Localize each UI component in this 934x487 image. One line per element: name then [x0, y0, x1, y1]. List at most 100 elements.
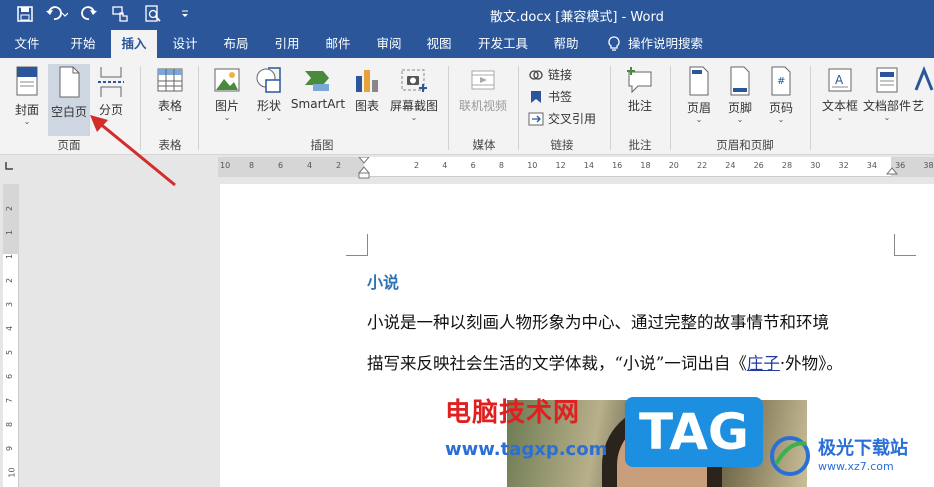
ruler-number: 18 — [640, 161, 651, 170]
watermark-url: www.tagxp.com — [445, 439, 608, 460]
ruler-number: 28 — [781, 161, 793, 170]
ruler-number: 2 — [414, 161, 420, 170]
ruler-number: 4 — [307, 161, 313, 170]
crop-mark — [894, 234, 916, 256]
document-title: 散文.docx [兼容模式] - Word — [490, 10, 664, 25]
ruler-number: 10 — [527, 161, 538, 170]
ruler-number: 8 — [498, 161, 504, 170]
cross-reference-label: 交叉引用 — [548, 112, 597, 126]
ruler-number: 16 — [612, 161, 623, 170]
header-button[interactable]: 页眉 ⌄ — [680, 66, 718, 132]
tab-layout[interactable]: 布局 — [215, 30, 257, 58]
table-icon — [157, 68, 183, 92]
watermark-text: 电脑技术网 — [445, 398, 581, 428]
text-box-icon: A — [828, 68, 852, 92]
comment-icon — [627, 67, 652, 94]
separator — [518, 66, 519, 150]
tab-design[interactable]: 设计 — [164, 30, 206, 58]
footer-button[interactable]: 页脚 ⌄ — [721, 66, 759, 132]
tab-review[interactable]: 审阅 — [368, 30, 410, 58]
indent-marker[interactable] — [358, 157, 370, 179]
comment-label: 批注 — [627, 99, 652, 113]
redo-icon[interactable] — [78, 3, 100, 25]
tab-insert[interactable]: 插入 — [111, 30, 157, 58]
bookmark-button[interactable]: 书签 — [528, 88, 572, 105]
footer-icon — [730, 66, 750, 96]
cover-page-button[interactable]: 封面 ⌄ — [8, 66, 46, 132]
ruler-number: 24 — [725, 161, 736, 170]
cover-page-icon — [16, 66, 38, 96]
shapes-label: 形状 — [256, 99, 281, 113]
smartart-button[interactable]: SmartArt — [290, 66, 346, 132]
link-button[interactable]: 链接 — [528, 66, 572, 83]
ruler-number: 20 — [668, 161, 679, 170]
tab-selector[interactable] — [3, 160, 17, 174]
ruler-number: 5 — [5, 349, 15, 356]
undo-icon[interactable] — [46, 3, 68, 25]
text-box-button[interactable]: A 文本框 ⌄ — [818, 66, 862, 132]
annotation-arrow — [90, 115, 176, 187]
tell-me-search[interactable]: 操作说明搜索 — [628, 30, 712, 58]
ruler-number: 3 — [5, 301, 15, 308]
group-header-footer: 页眉和页脚 — [716, 138, 774, 152]
ruler-number: 4 — [442, 161, 448, 170]
ruler-number: 12 — [555, 161, 566, 170]
tab-home[interactable]: 开始 — [60, 30, 106, 58]
tab-file[interactable]: 文件 — [6, 30, 48, 58]
touch-mode-icon[interactable] — [110, 3, 132, 25]
separator — [198, 66, 199, 150]
ruler-number: 2 — [5, 205, 15, 212]
vertical-ruler[interactable]: 2 1 1 2 3 4 5 6 7 8 9 10 — [3, 184, 19, 487]
shapes-button[interactable]: 形状 ⌄ — [250, 66, 288, 132]
text-box-label: 文本框 — [821, 99, 858, 113]
bookmark-icon — [531, 90, 541, 103]
hyperlink[interactable]: 庄子 — [747, 354, 780, 373]
header-icon — [689, 66, 709, 96]
separator — [448, 66, 449, 150]
tab-help[interactable]: 帮助 — [545, 30, 587, 58]
wordart-label: 艺 — [912, 99, 925, 113]
cross-reference-button[interactable]: 交叉引用 — [528, 110, 596, 127]
ruler-number: 9 — [5, 445, 15, 452]
save-icon[interactable] — [14, 3, 36, 25]
bookmark-label: 书签 — [548, 90, 573, 104]
separator — [810, 66, 811, 150]
watermark-logo: TAG — [625, 397, 763, 467]
online-video-button[interactable]: 联机视频 — [454, 66, 512, 132]
header-label: 页眉 — [686, 101, 711, 115]
chart-button[interactable]: 图表 — [349, 66, 385, 132]
paragraph-line: 描写来反映社会生活的文学体裁，“小说”一词出自《庄子·外物》。 — [367, 350, 843, 374]
tab-mailings[interactable]: 邮件 — [317, 30, 359, 58]
group-links: 链接 — [550, 138, 574, 152]
ruler-number: 32 — [838, 161, 849, 170]
ruler-number: 10 — [7, 467, 17, 478]
smartart-icon — [305, 71, 329, 91]
ruler-number: 6 — [5, 373, 15, 380]
text-run: 描写来反映社会生活的文学体裁，“小说”一词出自《 — [367, 354, 747, 373]
link-icon — [529, 69, 543, 80]
customize-qat-icon[interactable] — [174, 3, 196, 25]
print-preview-icon[interactable] — [142, 3, 164, 25]
lightbulb-icon — [607, 36, 621, 55]
site-logo-icon — [770, 436, 810, 476]
ruler-number: 30 — [810, 161, 821, 170]
screenshot-button[interactable]: 屏幕截图 ⌄ — [387, 66, 441, 132]
comment-button[interactable]: 批注 — [620, 66, 660, 132]
shapes-icon — [256, 67, 281, 93]
group-media: 媒体 — [472, 138, 496, 152]
page-number-button[interactable]: # 页码 ⌄ — [762, 66, 800, 132]
wordart-button[interactable]: 艺 — [912, 66, 934, 132]
separator — [610, 66, 611, 150]
horizontal-ruler[interactable]: 10 8 6 4 2 2 4 6 8 10 12 14 16 18 20 22 24 26 28 30 32 34 36 38… — [218, 157, 934, 179]
quick-parts-button[interactable]: 文档部件 ⌄ — [862, 66, 912, 132]
ruler-number: 6 — [278, 161, 284, 170]
ruler-number: 22 — [697, 161, 708, 170]
quick-parts-label: 文档部件 — [862, 99, 911, 113]
pictures-button[interactable]: 图片 ⌄ — [208, 66, 246, 132]
tab-references[interactable]: 引用 — [266, 30, 308, 58]
tab-view[interactable]: 视图 — [418, 30, 460, 58]
page-break-icon — [98, 67, 124, 97]
tab-developer[interactable]: 开发工具 — [470, 30, 536, 58]
page-number-icon: # — [771, 66, 791, 96]
chart-label: 图表 — [354, 99, 379, 113]
